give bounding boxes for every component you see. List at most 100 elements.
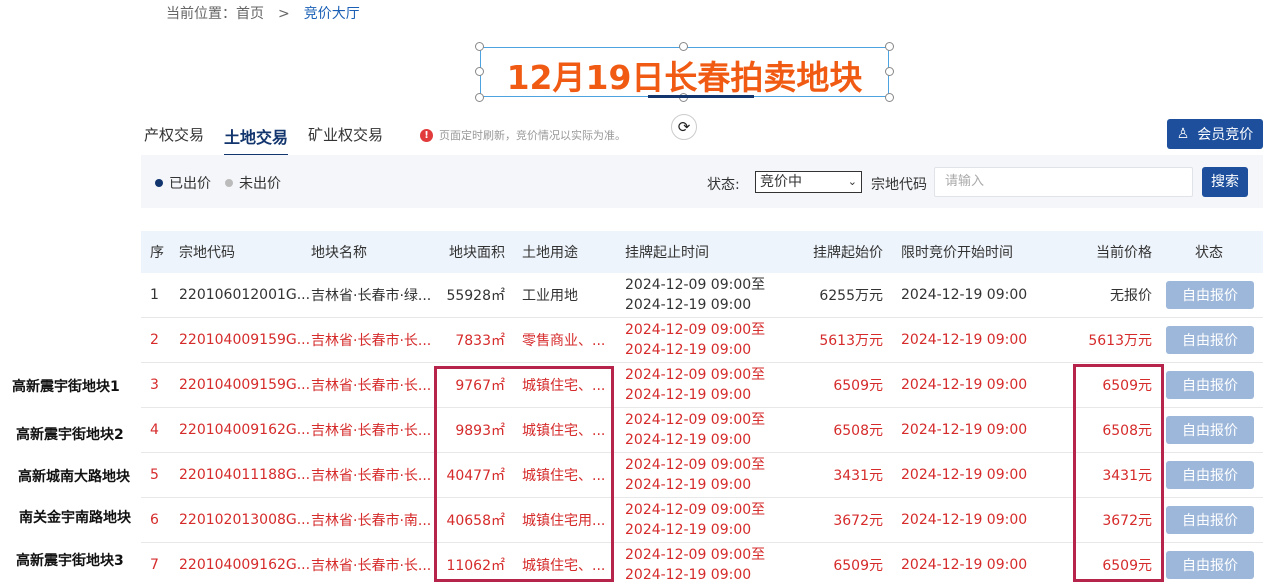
highlight-box-price	[1073, 364, 1164, 582]
cell-auction: 2024-12-19 09:00	[901, 377, 1028, 393]
status-select-value: 竞价中	[760, 174, 802, 190]
free-bid-button[interactable]: 自由报价	[1166, 506, 1254, 534]
table-row[interactable]: 1 220106012001G... 吉林省·长春市·绿... 55928㎡ 工业用地 6…	[141, 273, 1263, 318]
cell-name[interactable]: 吉林省·长春市·南...	[311, 498, 431, 542]
cell-price: 6255万元	[819, 288, 883, 304]
listing-start: 2024-12-09 09:00至	[625, 322, 766, 338]
col-header: 土地用途	[522, 245, 578, 261]
code-label: 宗地代码	[871, 177, 927, 193]
col-header: 当前价格	[1096, 245, 1152, 261]
info-icon: !	[420, 128, 433, 142]
listing-end: 2024-12-19 09:00	[625, 387, 752, 403]
cell-name[interactable]: 吉林省·长春市·长...	[311, 453, 431, 497]
cell-code[interactable]: 220104009159G...	[179, 363, 310, 407]
cell-name[interactable]: 吉林省·长春市·长...	[311, 543, 431, 585]
listing-end: 2024-12-19 09:00	[625, 432, 752, 448]
listing-start: 2024-12-09 09:00至	[625, 277, 766, 293]
cell-name[interactable]: 吉林省·长春市·长...	[311, 318, 431, 362]
col-header: 宗地代码	[179, 245, 235, 261]
member-bid-button[interactable]: ♙ 会员竞价	[1167, 119, 1263, 149]
resize-handle[interactable]	[475, 42, 484, 51]
cell-status: 自由报价	[1166, 363, 1254, 407]
notice-text: 页面定时刷新，竞价情况以实际为准。	[439, 129, 626, 142]
col-header: 地块名称	[311, 245, 367, 261]
cell-auction: 2024-12-19 09:00	[901, 422, 1028, 438]
bid-dot-icon	[155, 179, 163, 187]
cell-code[interactable]: 220104009162G...	[179, 543, 310, 585]
cell-use: 零售商业、...	[522, 333, 606, 349]
page: 当前位置：首页 > 竞价大厅 12月19日长春拍卖地块 产权交易 土地交易 矿业权交…	[0, 0, 1277, 585]
cell-price: 6508元	[833, 423, 883, 439]
highlight-box-area	[434, 366, 614, 582]
cell-auction: 2024-12-19 09:00	[901, 557, 1028, 573]
cell-code[interactable]: 220104009159G...	[179, 318, 310, 362]
cell-price: 6509元	[833, 558, 883, 574]
status-select[interactable]: 竞价中 ⌄	[755, 171, 862, 193]
col-header: 状态	[1195, 245, 1223, 261]
cell-price: 3431元	[833, 468, 883, 484]
legend-bid: 已出价	[169, 176, 211, 192]
free-bid-button[interactable]: 自由报价	[1166, 371, 1254, 399]
cell-status: 自由报价	[1166, 498, 1254, 542]
cell-price: 3672元	[833, 513, 883, 529]
free-bid-button[interactable]: 自由报价	[1166, 461, 1254, 489]
search-button[interactable]: 搜索	[1202, 167, 1248, 197]
free-bid-button[interactable]: 自由报价	[1166, 326, 1254, 354]
free-bid-button[interactable]: 自由报价	[1166, 281, 1254, 309]
cell-status: 自由报价	[1166, 273, 1254, 317]
tab-mining[interactable]: 矿业权交易	[308, 124, 383, 156]
title-selection-box[interactable]: 12月19日长春拍卖地块	[475, 42, 894, 102]
cell-name[interactable]: 吉林省·长春市·绿...	[311, 273, 431, 317]
status-label: 状态:	[707, 177, 740, 193]
member-bid-label: 会员竞价	[1197, 127, 1254, 143]
side-annotation: 高新震宇街地块2	[16, 427, 124, 443]
title-underline	[648, 95, 754, 98]
cell-current: 无报价	[1110, 288, 1152, 304]
side-annotation: 南关金宇南路地块	[19, 510, 131, 526]
cell-status: 自由报价	[1166, 453, 1254, 497]
users-icon: ♙	[1176, 126, 1190, 142]
cell-listing-period: 2024-12-09 09:00至 2024-12-19 09:00	[625, 498, 765, 542]
breadcrumb-home[interactable]: 首页	[236, 6, 264, 22]
listing-end: 2024-12-19 09:00	[625, 297, 752, 313]
cell-status: 自由报价	[1166, 543, 1254, 585]
cell-no: 5	[150, 467, 159, 483]
cell-code[interactable]: 220104009162G...	[179, 408, 310, 452]
cell-no: 7	[150, 557, 159, 573]
listing-start: 2024-12-09 09:00至	[625, 412, 766, 428]
cell-no: 1	[150, 287, 159, 303]
refresh-icon[interactable]: ⟳	[671, 114, 697, 140]
listing-end: 2024-12-19 09:00	[625, 567, 752, 583]
tab-land[interactable]: 土地交易	[224, 124, 289, 156]
cell-listing-period: 2024-12-09 09:00至 2024-12-19 09:00	[625, 408, 765, 452]
col-header: 挂牌起止时间	[625, 245, 709, 261]
cell-code[interactable]: 220106012001G...	[179, 273, 310, 317]
cell-area: 55928㎡	[446, 288, 505, 304]
breadcrumb-current[interactable]: 竞价大厅	[304, 6, 360, 22]
cell-price: 6509元	[833, 378, 883, 394]
cell-listing-period: 2024-12-09 09:00至 2024-12-19 09:00	[625, 453, 765, 497]
page-title: 12月19日长春拍卖地块	[506, 58, 863, 97]
free-bid-button[interactable]: 自由报价	[1166, 416, 1254, 444]
cell-code[interactable]: 220104011188G...	[179, 453, 310, 497]
cell-name[interactable]: 吉林省·长春市·长...	[311, 408, 431, 452]
side-annotation: 高新城南大路地块	[18, 469, 130, 485]
cell-name[interactable]: 吉林省·长春市·长...	[311, 363, 431, 407]
breadcrumb: 当前位置：首页 > 竞价大厅	[166, 3, 360, 23]
chevron-down-icon: ⌄	[847, 175, 857, 188]
free-bid-button[interactable]: 自由报价	[1166, 551, 1254, 579]
cell-no: 4	[150, 422, 159, 438]
cell-code[interactable]: 220102013008G...	[179, 498, 310, 542]
col-header: 地块面积	[449, 245, 505, 261]
table-row[interactable]: 2 220104009159G... 吉林省·长春市·长... 7833㎡ 零售商业、.…	[141, 318, 1263, 363]
bid-legend: 已出价 未出价	[155, 173, 295, 193]
resize-handle[interactable]	[679, 42, 688, 51]
tab-property[interactable]: 产权交易	[144, 124, 204, 156]
cell-listing-period: 2024-12-09 09:00至 2024-12-19 09:00	[625, 273, 765, 317]
listing-start: 2024-12-09 09:00至	[625, 502, 766, 518]
col-header: 挂牌起始价	[813, 245, 883, 261]
cell-area: 7833㎡	[455, 333, 505, 349]
side-annotation: 高新震宇街地块1	[12, 379, 120, 395]
code-search-input[interactable]: 请输入	[934, 167, 1193, 197]
resize-handle[interactable]	[885, 42, 894, 51]
